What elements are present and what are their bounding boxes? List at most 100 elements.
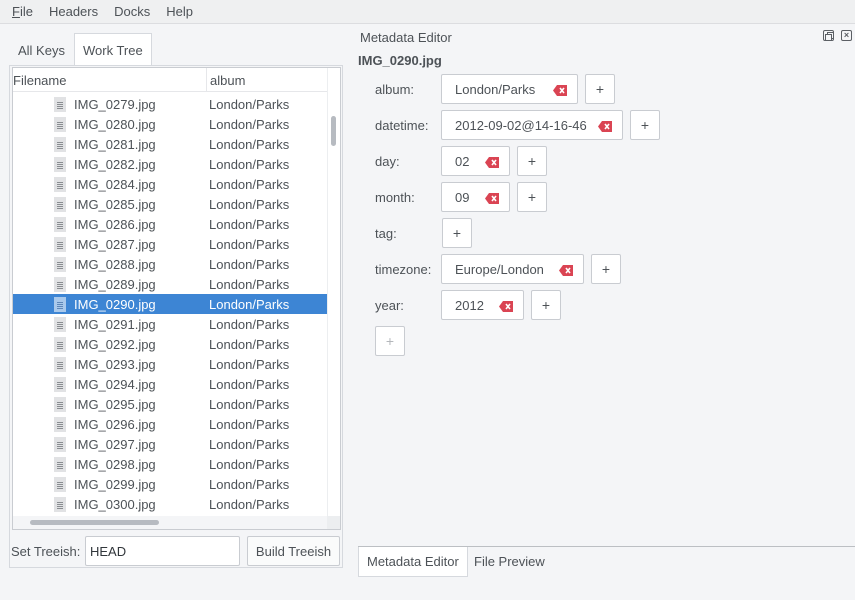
- album-cell: London/Parks: [209, 136, 290, 152]
- album-cell: London/Parks: [209, 356, 290, 372]
- filename-text: IMG_0286.jpg: [74, 216, 156, 232]
- backspace-clear-icon[interactable]: [485, 156, 499, 168]
- table-row[interactable]: IMG_0290.jpg London/Parks: [13, 294, 329, 314]
- filename-cell: IMG_0285.jpg: [13, 196, 209, 212]
- value-field[interactable]: London/Parks: [441, 74, 578, 104]
- tab-file-preview[interactable]: File Preview: [466, 547, 553, 577]
- file-text-icon: [54, 476, 66, 492]
- column-header-album[interactable]: album: [207, 68, 245, 92]
- field-label: month:: [375, 190, 415, 205]
- value-field[interactable]: 2012-09-02@14-16-46: [441, 110, 623, 140]
- table-row[interactable]: IMG_0280.jpg London/Parks: [13, 114, 329, 134]
- column-header-filename[interactable]: Filename: [13, 68, 207, 92]
- backspace-clear-icon[interactable]: [553, 84, 567, 96]
- table-row[interactable]: IMG_0288.jpg London/Parks: [13, 254, 329, 274]
- build-treeish-button[interactable]: Build Treeish: [247, 536, 340, 566]
- filename-text: IMG_0294.jpg: [74, 376, 156, 392]
- value-text: 2012-09-02@14-16-46: [455, 117, 587, 133]
- album-cell: London/Parks: [209, 196, 290, 212]
- tab-work-tree[interactable]: Work Tree: [73, 33, 152, 66]
- filename-text: IMG_0284.jpg: [74, 176, 156, 192]
- table-row[interactable]: IMG_0300.jpg London/Parks: [13, 494, 329, 514]
- backspace-clear-icon[interactable]: [499, 300, 513, 312]
- album-cell: London/Parks: [209, 336, 290, 352]
- add-value-button[interactable]: +: [585, 74, 615, 104]
- menu-docks[interactable]: Docks: [106, 4, 158, 19]
- file-text-icon: [54, 196, 66, 212]
- album-cell: London/Parks: [209, 156, 290, 172]
- filename-text: IMG_0297.jpg: [74, 436, 156, 452]
- file-tree[interactable]: Filename album IMG_0279.jpg London/Parks I…: [12, 67, 341, 530]
- add-key-button[interactable]: +: [375, 326, 405, 356]
- table-row[interactable]: IMG_0281.jpg London/Parks: [13, 134, 329, 154]
- file-text-icon: [54, 416, 66, 432]
- add-value-button[interactable]: +: [442, 218, 472, 248]
- table-row[interactable]: IMG_0286.jpg London/Parks: [13, 214, 329, 234]
- work-tree-panel: Filename album IMG_0279.jpg London/Parks I…: [9, 65, 343, 568]
- filename-cell: IMG_0288.jpg: [13, 256, 209, 272]
- add-value-button[interactable]: +: [517, 146, 547, 176]
- value-field[interactable]: 2012: [441, 290, 524, 320]
- filename-cell: IMG_0300.jpg: [13, 496, 209, 512]
- table-row[interactable]: IMG_0292.jpg London/Parks: [13, 334, 329, 354]
- table-row[interactable]: IMG_0287.jpg London/Parks: [13, 234, 329, 254]
- table-row[interactable]: IMG_0299.jpg London/Parks: [13, 474, 329, 494]
- filename-cell: IMG_0294.jpg: [13, 376, 209, 392]
- table-row[interactable]: IMG_0279.jpg London/Parks: [13, 94, 329, 114]
- album-cell: London/Parks: [209, 176, 290, 192]
- album-cell: London/Parks: [209, 436, 290, 452]
- file-text-icon: [54, 276, 66, 292]
- table-row[interactable]: IMG_0284.jpg London/Parks: [13, 174, 329, 194]
- filename-cell: IMG_0299.jpg: [13, 476, 209, 492]
- menu-headers[interactable]: Headers: [41, 4, 106, 19]
- table-row[interactable]: IMG_0293.jpg London/Parks: [13, 354, 329, 374]
- value-field[interactable]: 09: [441, 182, 510, 212]
- file-text-icon: [54, 136, 66, 152]
- filename-text: IMG_0293.jpg: [74, 356, 156, 372]
- value-field[interactable]: 02: [441, 146, 510, 176]
- menu-file-mnemonic: F: [12, 4, 20, 19]
- menu-help[interactable]: Help: [158, 4, 201, 19]
- file-text-icon: [54, 96, 66, 112]
- tab-metadata-editor[interactable]: Metadata Editor: [358, 547, 468, 577]
- table-row[interactable]: IMG_0289.jpg London/Parks: [13, 274, 329, 294]
- table-row[interactable]: IMG_0298.jpg London/Parks: [13, 454, 329, 474]
- add-value-button[interactable]: +: [531, 290, 561, 320]
- table-row[interactable]: IMG_0291.jpg London/Parks: [13, 314, 329, 334]
- tab-all-keys[interactable]: All Keys: [9, 33, 74, 65]
- table-row[interactable]: IMG_0282.jpg London/Parks: [13, 154, 329, 174]
- filename-cell: IMG_0280.jpg: [13, 116, 209, 132]
- vertical-scroll-thumb[interactable]: [331, 116, 336, 146]
- value-field[interactable]: Europe/London: [441, 254, 584, 284]
- horizontal-scroll-thumb[interactable]: [30, 520, 159, 525]
- menu-file-label: ile: [19, 4, 33, 19]
- table-row[interactable]: IMG_0295.jpg London/Parks: [13, 394, 329, 414]
- vertical-scrollbar[interactable]: [327, 68, 340, 518]
- add-value-button[interactable]: +: [630, 110, 660, 140]
- file-text-icon: [54, 216, 66, 232]
- backspace-clear-icon[interactable]: [485, 192, 499, 204]
- backspace-clear-icon[interactable]: [598, 120, 612, 132]
- backspace-clear-icon[interactable]: [559, 264, 573, 276]
- table-row[interactable]: IMG_0285.jpg London/Parks: [13, 194, 329, 214]
- value-text: 2012: [455, 297, 484, 313]
- filename-cell: IMG_0290.jpg: [13, 296, 209, 312]
- tree-header: Filename album: [13, 68, 329, 92]
- dock-float-icon[interactable]: [823, 30, 834, 41]
- filename-cell: IMG_0297.jpg: [13, 436, 209, 452]
- file-text-icon: [54, 296, 66, 312]
- tree-rows: IMG_0279.jpg London/Parks IMG_0280.jpg Lond…: [13, 94, 329, 514]
- file-text-icon: [54, 116, 66, 132]
- file-text-icon: [54, 376, 66, 392]
- menu-file[interactable]: File: [4, 4, 41, 19]
- table-row[interactable]: IMG_0296.jpg London/Parks: [13, 414, 329, 434]
- add-value-button[interactable]: +: [591, 254, 621, 284]
- table-row[interactable]: IMG_0294.jpg London/Parks: [13, 374, 329, 394]
- horizontal-scrollbar[interactable]: [13, 516, 329, 529]
- dock-close-icon[interactable]: ×: [841, 30, 852, 41]
- treeish-input[interactable]: [85, 536, 240, 566]
- table-row[interactable]: IMG_0297.jpg London/Parks: [13, 434, 329, 454]
- add-value-button[interactable]: +: [517, 182, 547, 212]
- filename-text: IMG_0296.jpg: [74, 416, 156, 432]
- album-cell: London/Parks: [209, 116, 290, 132]
